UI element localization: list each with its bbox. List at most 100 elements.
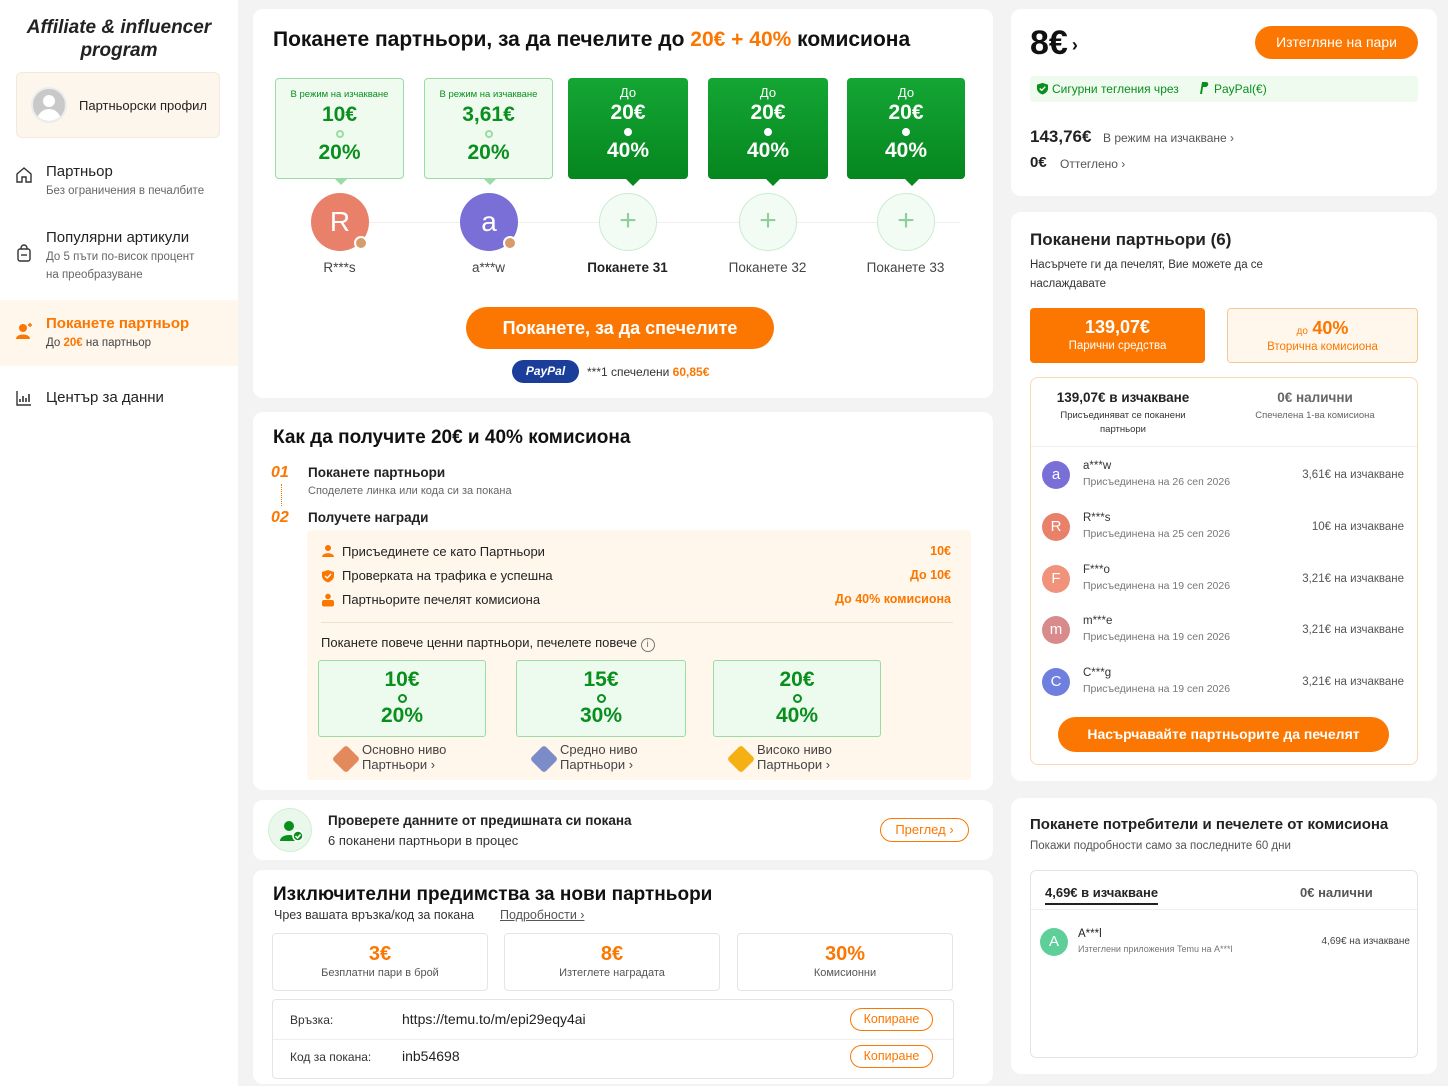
code-label: Код за покана: xyxy=(290,1050,372,1064)
benefit-commission: 30% Комисионни xyxy=(737,933,953,991)
withdrawn-link[interactable]: Оттеглено › xyxy=(1060,157,1125,171)
partner-name: a***w xyxy=(471,260,506,275)
level-link-medium[interactable]: Средно ниво Партньори › xyxy=(560,742,638,772)
step-title: Поканете партньори xyxy=(308,465,446,480)
shield-check-icon xyxy=(322,570,334,583)
info-icon[interactable]: i xyxy=(640,638,655,652)
invite-slot-5: До 20€ 40% xyxy=(847,78,965,186)
invite-slot-label: Поканете 32 xyxy=(728,260,807,275)
withdraw-button[interactable]: Изтегляне на пари xyxy=(1255,26,1418,59)
shield-check-icon xyxy=(1036,82,1049,95)
sidebar-item-invite-partner[interactable]: Поканете партньор До 20€ на партньор xyxy=(0,300,238,366)
invite-slot-1: В режим на изчакване 10€ 20% xyxy=(275,78,404,185)
previous-invite-sub: 6 поканени партньори в процес xyxy=(328,833,519,848)
pending-tab[interactable]: 139,07€ в изчакване Присъединяват се пок… xyxy=(1038,390,1208,437)
consumers-sub: Покажи подробности само за последните 60… xyxy=(1030,840,1291,852)
partner-profile-button[interactable]: Партньорски профил xyxy=(16,72,220,138)
partner-status: 3,21€ на изчакване xyxy=(1302,573,1404,585)
divider xyxy=(1031,446,1417,447)
step-number: 02 xyxy=(271,509,289,526)
partners-icon xyxy=(322,593,334,607)
invite-slot-label: Поканете 33 xyxy=(866,260,945,275)
more-partners-text: Поканете повече ценни партньори, печелет… xyxy=(321,635,655,652)
avatar: C xyxy=(1042,668,1070,696)
avatar: a xyxy=(1042,461,1070,489)
how-title: Как да получите 20€ и 40% комисиона xyxy=(273,427,631,448)
step-subtitle: Споделете линка или кода си за покана xyxy=(308,485,512,497)
add-partner-button[interactable]: + xyxy=(739,193,797,251)
partner-name: F***o xyxy=(1083,564,1110,576)
copy-code-button[interactable]: Копиране xyxy=(850,1045,933,1068)
tab-cash[interactable]: 139,07€ Парични средства xyxy=(1030,308,1205,363)
paypal-logo: PayPal xyxy=(512,360,579,383)
partner-status: 3,61€ на изчакване xyxy=(1302,469,1404,481)
partner-join-date: Присъединена на 19 сеп 2026 xyxy=(1083,631,1231,643)
partner-name: C***g xyxy=(1083,667,1112,679)
encourage-partners-button[interactable]: Насърчавайте партньорите да печелят xyxy=(1058,717,1389,752)
level-medium: 15€ 30% xyxy=(516,660,686,737)
invite-title: Поканете партньори, за да печелите до 20… xyxy=(273,28,911,51)
level-link-basic[interactable]: Основно ниво Партньори › xyxy=(362,742,446,772)
partner-join-date: Присъединена на 19 сеп 2026 xyxy=(1083,580,1231,592)
divider xyxy=(273,1039,953,1040)
earnings-ticker: ***1 спечелени 60,85€ xyxy=(587,365,710,379)
partner-status: 10€ на изчакване xyxy=(1311,521,1404,533)
partner-name: m***e xyxy=(1083,615,1113,627)
sidebar: Affiliate & influencer program Партньорс… xyxy=(0,0,238,1086)
reward-value: 10€ xyxy=(930,544,951,558)
tab-secondary-commission[interactable]: до 40% Вторична комисиона xyxy=(1227,308,1418,363)
bag-icon xyxy=(17,244,31,262)
invite-slot-label: Поканете 31 xyxy=(587,260,668,275)
divider xyxy=(321,622,953,623)
step-connector xyxy=(281,484,282,506)
avatar: R xyxy=(1042,513,1070,541)
benefit-reward: 8€ Изтеглете наградата xyxy=(504,933,720,991)
invited-sub: Насърчете ги да печелят, Вие можете да с… xyxy=(1030,259,1263,290)
verified-badge-icon xyxy=(503,236,517,250)
copy-link-button[interactable]: Копиране xyxy=(850,1008,933,1031)
consumer-name: A***l xyxy=(1078,928,1102,940)
level-link-high[interactable]: Високо ниво Партньори › xyxy=(757,742,832,772)
consumers-available-tab[interactable]: 0€ налични xyxy=(1300,885,1373,900)
sidebar-item-popular-products[interactable]: Популярни артикули До 5 пъти по-висок пр… xyxy=(0,228,238,288)
reward-value: До 10€ xyxy=(909,568,951,582)
home-icon xyxy=(16,167,32,183)
partner-name: a***w xyxy=(1083,460,1112,472)
consumers-pending-tab[interactable]: 4,69€ в изчакване xyxy=(1045,885,1159,905)
partner-status: 3,21€ на изчакване xyxy=(1302,624,1404,636)
pending-link[interactable]: В режим на изчакване › xyxy=(1103,131,1234,145)
divider xyxy=(1031,909,1417,910)
partner-status: 3,21€ на изчакване xyxy=(1302,676,1404,688)
user-add-icon xyxy=(16,323,32,339)
reward-label: Партньорите печелят комисиона xyxy=(342,592,541,607)
exclusive-sub: Чрез вашата връзка/код за покана xyxy=(274,908,475,922)
invite-code-value[interactable]: inb54698 xyxy=(402,1048,460,1064)
user-icon xyxy=(322,545,334,557)
invite-slot-4: До 20€ 40% xyxy=(708,78,828,186)
partner-join-date: Присъединена на 25 сеп 2026 xyxy=(1083,528,1231,540)
previous-invite-title: Проверете данните от предишната си покан… xyxy=(328,813,632,828)
paypal-icon xyxy=(1200,82,1209,94)
partner-join-date: Присъединена на 26 сеп 2026 xyxy=(1083,476,1231,488)
invite-slot-3: До 20€ 40% xyxy=(568,78,688,186)
verified-badge-icon xyxy=(354,236,368,250)
add-partner-button[interactable]: + xyxy=(877,193,935,251)
pending-amount: 143,76€ xyxy=(1030,127,1092,146)
invite-link-value[interactable]: https://temu.to/m/epi29eqy4ai xyxy=(402,1011,586,1027)
sidebar-item-partner[interactable]: Партньор Без ограничения в печалбите xyxy=(0,162,238,206)
add-partner-button[interactable]: + xyxy=(599,193,657,251)
available-tab[interactable]: 0€ налични Спечелена 1-ва комисиона xyxy=(1230,390,1400,423)
balance-amount[interactable]: 8€ › xyxy=(1030,24,1078,63)
paypal-text: PayPal(€) xyxy=(1214,82,1267,96)
sidebar-item-data-center[interactable]: Център за данни xyxy=(0,388,238,412)
avatar: m xyxy=(1042,616,1070,644)
level-high: 20€ 40% xyxy=(713,660,881,737)
user-check-icon xyxy=(268,808,312,852)
benefit-cash: 3€ Безплатни пари в брой xyxy=(272,933,488,991)
invited-title: Поканени партньори (6) xyxy=(1030,230,1232,249)
reward-value: До 40% комисиона xyxy=(835,592,951,606)
partner-name: R***s xyxy=(1083,512,1111,524)
invite-to-earn-button[interactable]: Поканете, за да спечелите xyxy=(466,307,774,349)
review-button[interactable]: Преглед › xyxy=(880,818,969,842)
details-link[interactable]: Подробности › xyxy=(500,908,584,922)
